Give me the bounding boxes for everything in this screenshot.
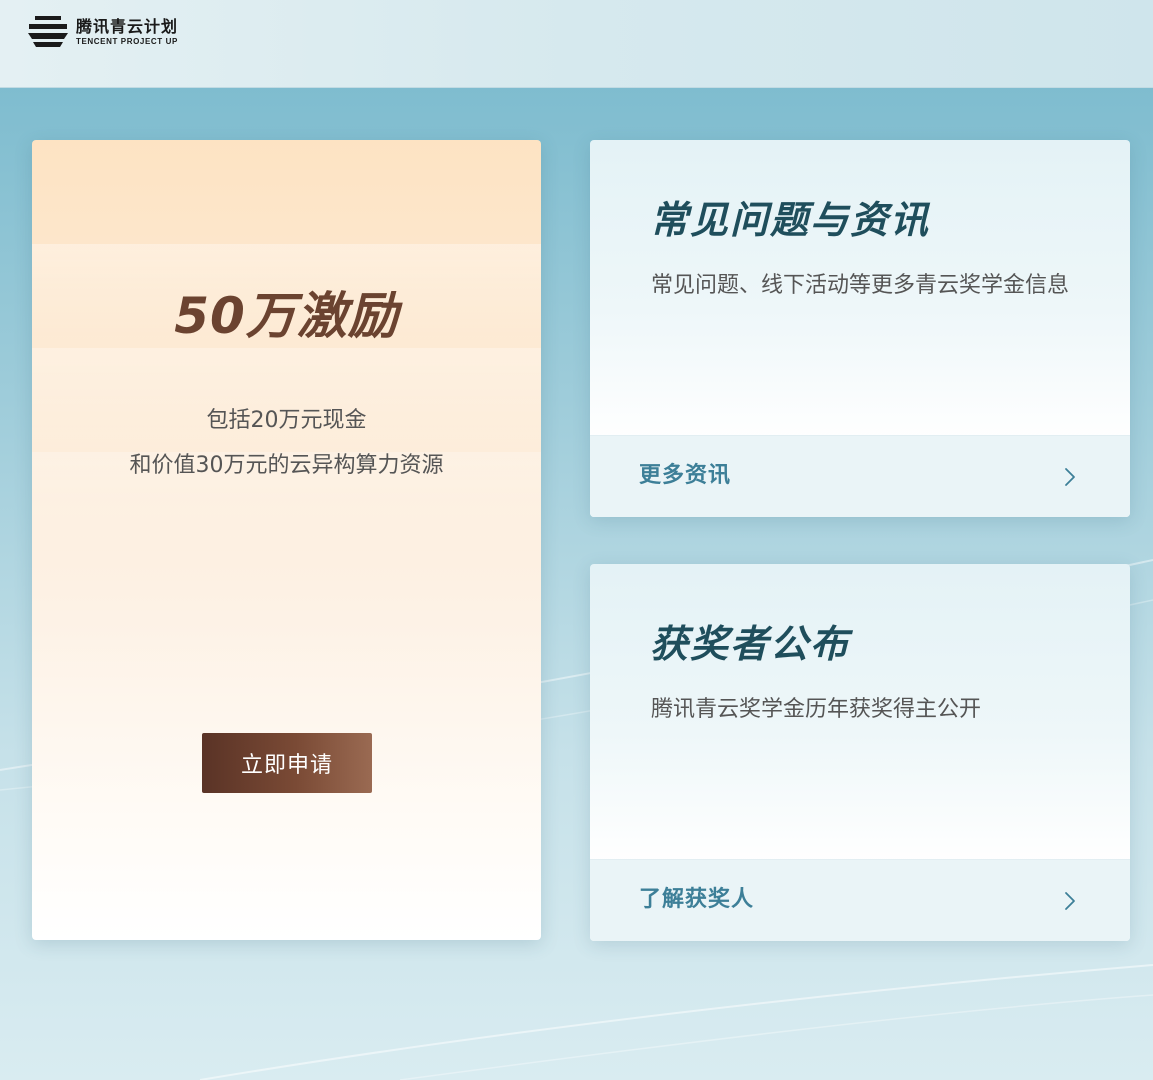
more-news-label: 更多资讯 xyxy=(639,463,732,488)
top-header: 腾讯青云计划 TENCENT PROJECT UP xyxy=(0,0,1153,88)
learn-winners-link[interactable]: 了解获奖人 xyxy=(590,859,1130,941)
tencent-project-up-logo-icon xyxy=(28,16,68,47)
chevron-right-icon xyxy=(1065,468,1075,486)
faq-card-title: 常见问题与资讯 xyxy=(650,198,931,242)
winners-card-description: 腾讯青云奖学金历年获奖得主公开 xyxy=(651,697,982,722)
logo-subtitle: TENCENT PROJECT UP xyxy=(76,37,178,46)
decorative-band xyxy=(32,348,541,453)
learn-winners-label: 了解获奖人 xyxy=(639,887,755,912)
logo-title: 腾讯青云计划 xyxy=(76,17,179,36)
site-logo[interactable]: 腾讯青云计划 TENCENT PROJECT UP xyxy=(26,16,178,48)
faq-card-description: 常见问题、线下活动等更多青云奖学金信息 xyxy=(651,273,1070,298)
winners-card-title: 获奖者公布 xyxy=(650,622,851,666)
reward-card: 50万激励 包括20万元现金 和价值30万元的云异构算力资源 立即申请 xyxy=(32,140,541,940)
reward-line-compute: 和价值30万元的云异构算力资源 xyxy=(129,453,444,478)
winners-card: 获奖者公布 腾讯青云奖学金历年获奖得主公开 了解获奖人 xyxy=(590,564,1130,941)
logo-text: 腾讯青云计划 TENCENT PROJECT UP xyxy=(76,17,178,47)
reward-title: 50万激励 xyxy=(174,287,399,345)
reward-line-cash: 包括20万元现金 xyxy=(206,408,367,433)
faq-news-card: 常见问题与资讯 常见问题、线下活动等更多青云奖学金信息 更多资讯 xyxy=(590,140,1130,517)
more-news-link[interactable]: 更多资讯 xyxy=(590,435,1130,517)
apply-now-button[interactable]: 立即申请 xyxy=(202,733,372,793)
chevron-right-icon xyxy=(1065,892,1075,910)
